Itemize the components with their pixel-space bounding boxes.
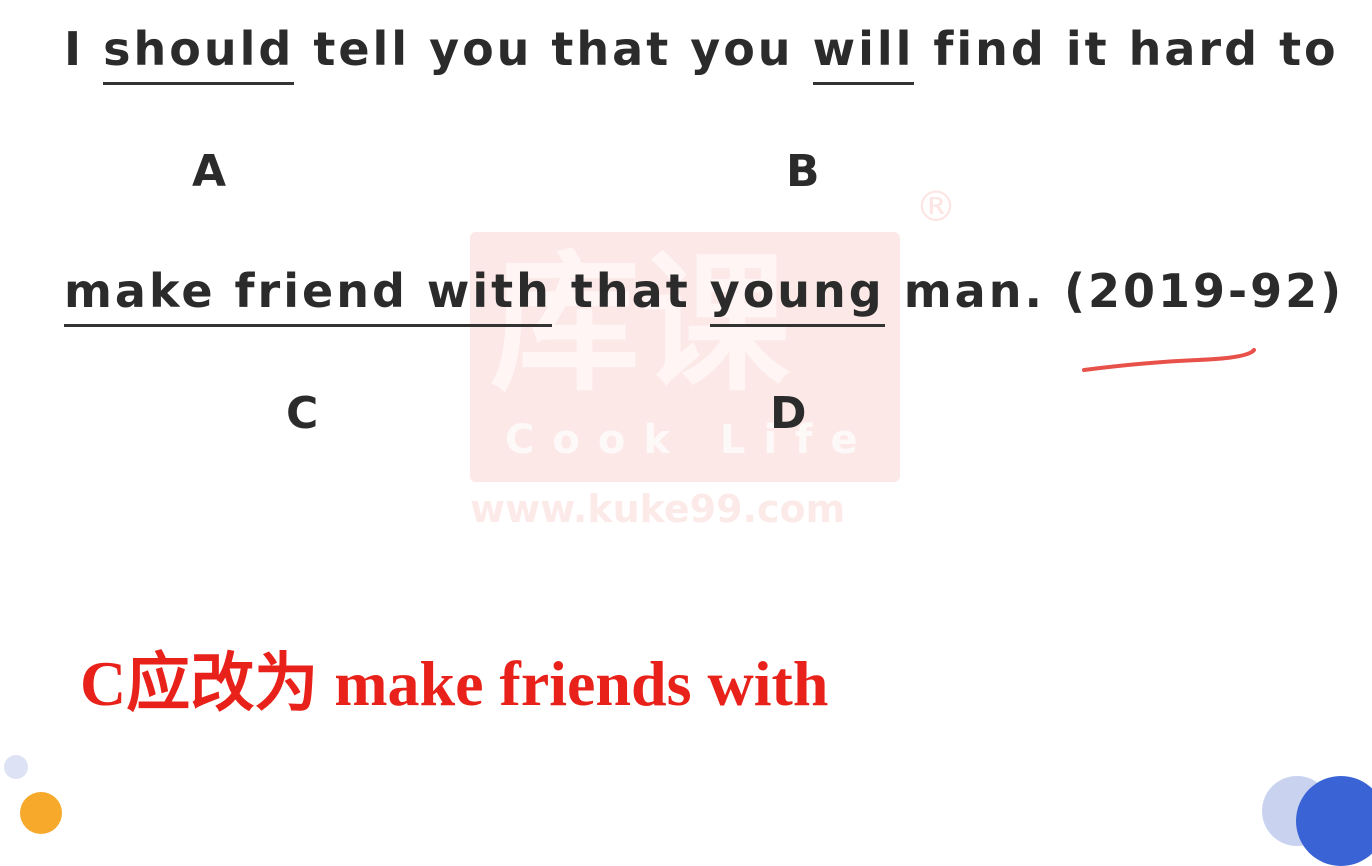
- question-line-2: make friend with that young man. (2019-9…: [64, 264, 1344, 327]
- option-d-label: D: [770, 388, 807, 439]
- option-a-underlined: should: [103, 22, 295, 85]
- question-line-1: I should tell you that you will find it …: [64, 22, 1339, 85]
- watermark-url: www.kuke99.com: [470, 487, 846, 531]
- option-a-label: A: [192, 146, 227, 197]
- answer-correction: C应改为 make friends with: [80, 648, 829, 719]
- decor-dot-blue-dark: [1296, 776, 1372, 866]
- question-text: find it hard to: [914, 22, 1339, 76]
- option-c-label: C: [286, 388, 319, 439]
- option-b-underlined: will: [812, 22, 915, 85]
- option-b-label: B: [786, 146, 820, 197]
- watermark-brand-text: Cook Life: [505, 417, 876, 463]
- red-underline-annotation: [1082, 348, 1256, 372]
- question-text: man. (2019-92): [884, 264, 1345, 318]
- question-text: I: [64, 22, 104, 76]
- option-d-underlined: young: [709, 264, 885, 327]
- decor-dot-orange: [20, 792, 62, 834]
- option-c-underlined: make friend with: [64, 264, 552, 327]
- question-text: that: [551, 264, 710, 318]
- watermark-registered-mark: ®: [915, 182, 957, 231]
- question-text: tell you that you: [294, 22, 813, 76]
- decor-dot-blue-small: [4, 755, 28, 779]
